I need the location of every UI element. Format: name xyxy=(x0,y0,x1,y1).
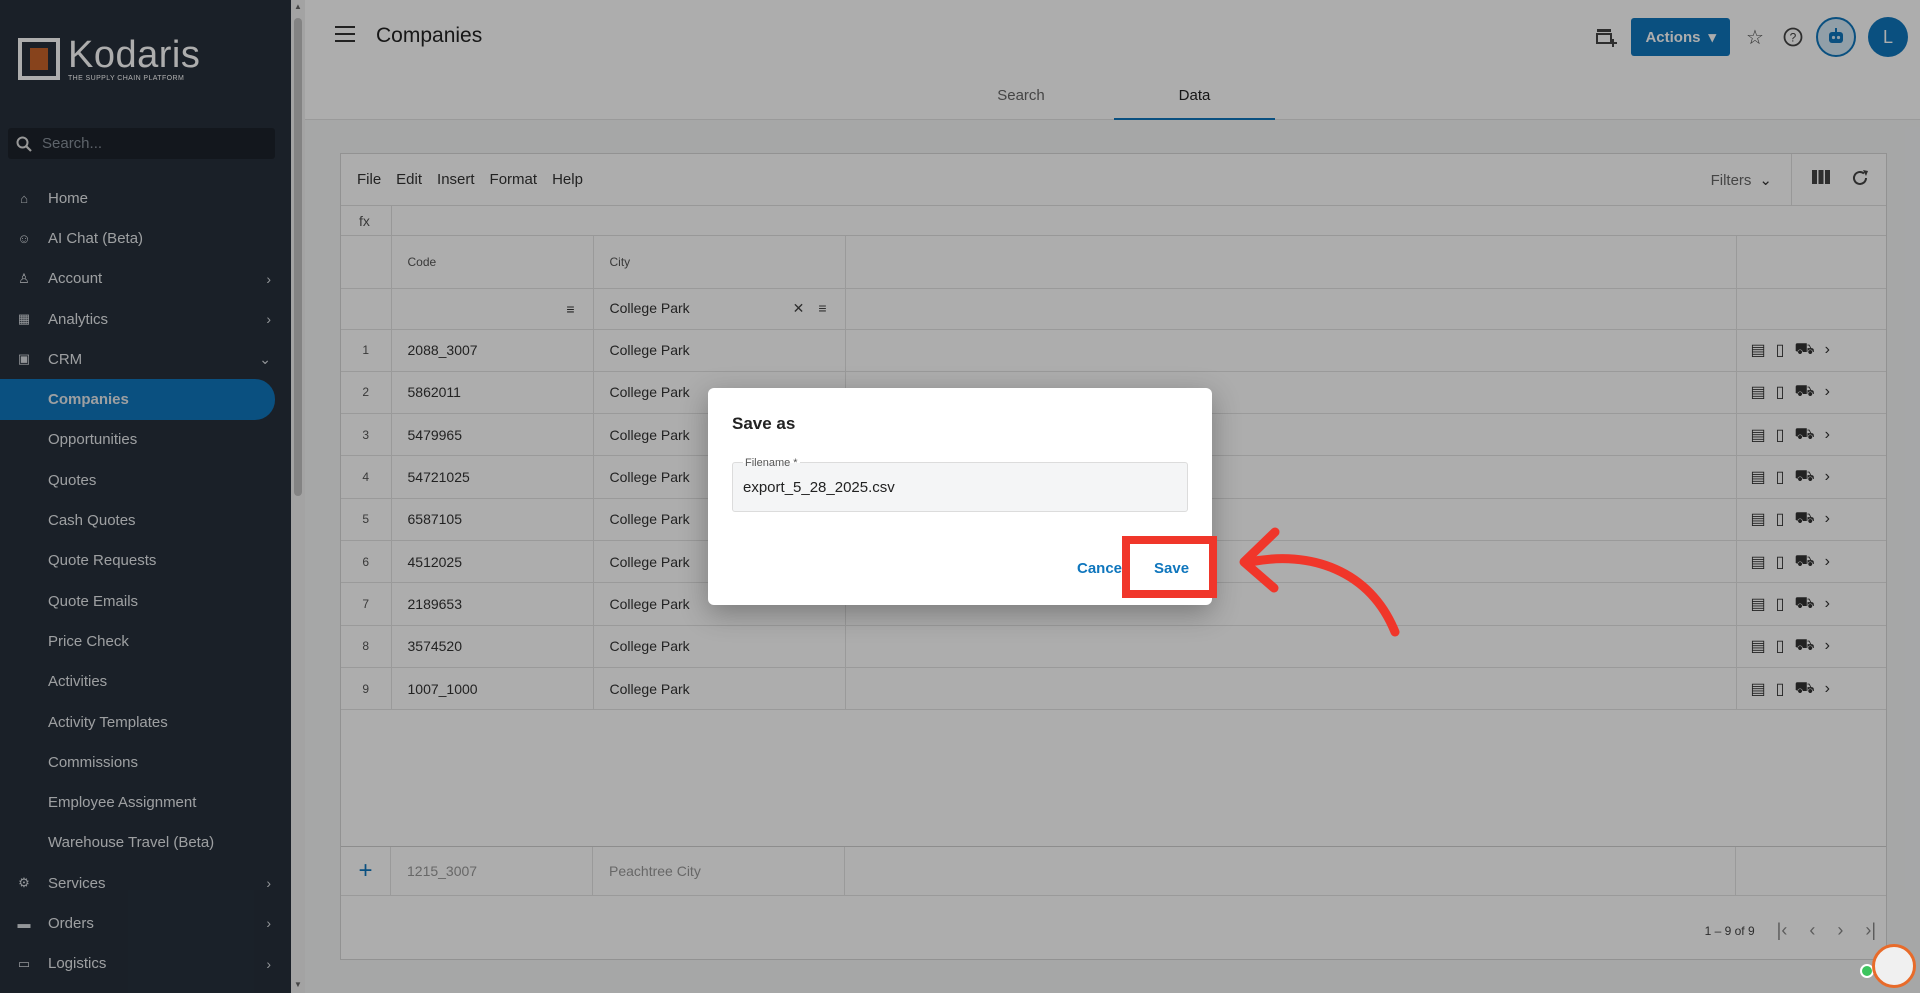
chat-widget-icon[interactable] xyxy=(1872,944,1916,988)
filename-input[interactable] xyxy=(743,479,1173,496)
cancel-button[interactable]: Cancel xyxy=(1077,560,1126,577)
save-button-highlight-box xyxy=(1122,536,1217,598)
annotation-arrow-icon xyxy=(1239,527,1400,637)
dialog-title: Save as xyxy=(732,414,796,433)
filename-label: Filename * xyxy=(743,457,800,469)
filename-field[interactable]: Filename * xyxy=(732,457,1188,512)
